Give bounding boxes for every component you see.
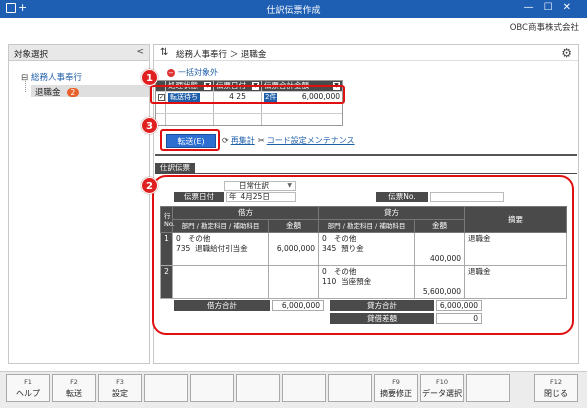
chevron-down-icon: ▼ [287, 182, 292, 189]
fkey-blank-4 [190, 374, 234, 402]
header-credit-account: 部門 / 勘定科目 / 補助科目 [318, 219, 415, 233]
tree-item-root[interactable]: ⊟ 総務人事奉行 [21, 71, 82, 83]
window-title: 仕訳伝票作成 [266, 6, 321, 16]
code-settings-link[interactable]: ✂ コード設定メンテナンス [258, 135, 355, 146]
credit-amount-cell[interactable]: 5,600,000 [414, 265, 465, 299]
credit-account-cell[interactable]: 0 その他 110 当座預金 [318, 265, 415, 299]
fkey-blank-10 [466, 374, 510, 402]
fkey-f1[interactable]: F1 ヘルプ [6, 374, 50, 402]
tab-journal-voucher[interactable]: 仕訳伝票 [155, 163, 195, 173]
fkey-label: ヘルプ [16, 389, 40, 398]
tree-root-label: 総務人事奉行 [31, 73, 83, 83]
main-header: ⇅ 総務人事奉行 ＞ 退職金 ⚙ [154, 45, 578, 61]
journal-kind-select[interactable]: 日常仕訳 ▼ [224, 181, 296, 191]
fkey-number: F2 [70, 378, 78, 386]
target-selection-panel: 対象選択 < ⊟ 総務人事奉行 退職金 2 [8, 44, 150, 364]
journal-entry-table: 行 No. 借方 貸方 摘要 部門 / 勘定科目 / 補助科目 金額 部門 / … [160, 206, 567, 299]
fkey-blank-6 [282, 374, 326, 402]
step-marker-3: 3 [141, 117, 158, 134]
fkey-f10[interactable]: F10 データ選択 [420, 374, 464, 402]
header-row-no: 行 No. [160, 206, 175, 233]
title-bar: + 仕訳伝票作成 —☐✕ [0, 0, 587, 18]
highlight-box-grid [150, 85, 345, 104]
refresh-icon: ⟳ [222, 136, 229, 145]
date-value: 4月25日 [240, 192, 270, 201]
debit-amount-cell[interactable] [268, 265, 319, 299]
gear-icon[interactable]: ⚙ [561, 46, 572, 60]
refresh-icon[interactable]: ⇅ [160, 47, 168, 58]
table-row[interactable]: 2 0 その他 110 当座預金 5,600,000 退職金 [160, 265, 567, 299]
step-marker-2: 2 [141, 177, 158, 194]
transfer-button[interactable]: 転送(E) [166, 134, 216, 148]
minus-icon: − [167, 69, 175, 77]
table-row[interactable]: 1 0 その他 735 退職給付引当金 6,000,000 0 その他 345 … [160, 232, 567, 266]
tree-connector [25, 79, 26, 92]
fkey-blank-7 [328, 374, 372, 402]
header-summary: 摘要 [464, 206, 567, 233]
fkey-blank-3 [144, 374, 188, 402]
table-row[interactable] [156, 103, 342, 114]
tab-underline [155, 173, 577, 174]
tree-item-retirement[interactable]: 退職金 2 [31, 85, 149, 98]
header-credit-amount: 金額 [414, 219, 465, 233]
collapse-panel-button[interactable]: < [136, 47, 144, 57]
target-selection-title: 対象選択 [14, 50, 49, 60]
row-number: 2 [160, 265, 173, 299]
recalc-link[interactable]: ⟳ 再集計 [222, 135, 255, 146]
debit-total-value: 6,000,000 [272, 300, 324, 311]
breadcrumb: 総務人事奉行 ＞ 退職金 [176, 50, 267, 60]
fkey-label: データ選択 [422, 389, 462, 398]
company-name: OBC商事株式会社 [509, 23, 579, 33]
header-debit-amount: 金額 [268, 219, 319, 233]
fkey-f12[interactable]: F12 閉じる [534, 374, 578, 402]
exclude-all-link[interactable]: − 一括対象外 [167, 67, 218, 78]
fkey-f3[interactable]: F3 設定 [98, 374, 142, 402]
summary-cell[interactable]: 退職金 [464, 265, 567, 299]
voucher-date-field[interactable]: 年 4月25日 [226, 192, 296, 202]
fkey-number: F12 [549, 378, 562, 386]
exclude-all-label: 一括対象外 [178, 68, 218, 77]
function-key-bar: F1 ヘルプ F2 転送 F3 設定 F9 摘要修正 F10 データ選択 F12 閉じる [0, 371, 587, 408]
header-debit-account: 部門 / 勘定科目 / 補助科目 [172, 219, 269, 233]
debit-total-label: 借方合計 [174, 300, 270, 311]
fkey-number: F3 [116, 378, 124, 386]
balance-diff-label: 貸借差額 [330, 313, 434, 324]
credit-total-label: 貸方合計 [330, 300, 434, 311]
date-era-prefix: 年 [229, 192, 237, 201]
divider [155, 154, 577, 156]
fkey-label: 転送 [66, 389, 82, 398]
fkey-label: 摘要修正 [380, 389, 412, 398]
header-credit: 貸方 [318, 206, 465, 220]
balance-diff-value: 0 [436, 313, 482, 324]
count-badge: 2 [66, 88, 80, 97]
fkey-number: F10 [435, 378, 448, 386]
step-marker-1: 1 [141, 69, 158, 86]
voucher-date-label: 伝票日付 [174, 192, 224, 202]
debit-amount-cell[interactable]: 6,000,000 [268, 232, 319, 266]
tree-collapse-icon[interactable]: ⊟ [21, 73, 31, 83]
fkey-label: 設定 [112, 389, 128, 398]
fkey-number: F9 [392, 378, 400, 386]
voucher-no-label: 伝票No. [376, 192, 428, 202]
fkey-f2[interactable]: F2 転送 [52, 374, 96, 402]
fkey-number: F1 [24, 378, 32, 386]
tree-child-label: 退職金 [35, 88, 61, 98]
credit-account-cell[interactable]: 0 その他 345 預り金 [318, 232, 415, 266]
credit-amount-cell[interactable]: 400,000 [414, 232, 465, 266]
row-number: 1 [160, 232, 173, 266]
tools-icon: ✂ [258, 136, 265, 145]
window-controls[interactable]: —☐✕ [524, 2, 581, 13]
fkey-f9[interactable]: F9 摘要修正 [374, 374, 418, 402]
credit-total-value: 6,000,000 [436, 300, 482, 311]
header-debit: 借方 [172, 206, 319, 220]
voucher-no-field[interactable] [430, 192, 504, 202]
summary-cell[interactable]: 退職金 [464, 232, 567, 266]
fkey-blank-5 [236, 374, 280, 402]
debit-account-cell[interactable] [172, 265, 269, 299]
table-row[interactable] [156, 114, 342, 125]
debit-account-cell[interactable]: 0 その他 735 退職給付引当金 [172, 232, 269, 266]
target-selection-header: 対象選択 < [9, 45, 149, 61]
fkey-label: 閉じる [544, 389, 568, 398]
